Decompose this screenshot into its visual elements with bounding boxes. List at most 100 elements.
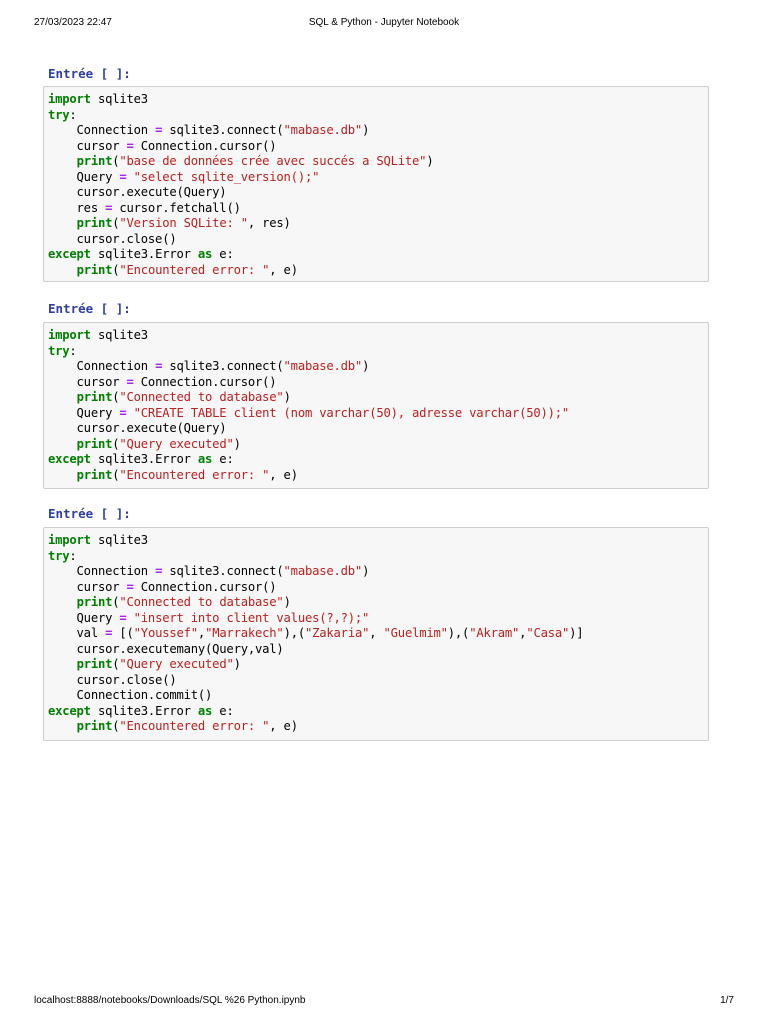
code-line: Connection.commit() bbox=[48, 688, 708, 704]
code-input[interactable]: import sqlite3 try: Connection = sqlite3.… bbox=[43, 86, 709, 282]
code-line: cursor = Connection.cursor() bbox=[48, 139, 708, 155]
code-text[interactable]: import sqlite3 try: Connection = sqlite3.… bbox=[48, 533, 708, 735]
keyword-token: print bbox=[76, 154, 113, 168]
code-token: e: bbox=[212, 247, 234, 261]
code-token: Query bbox=[48, 610, 120, 625]
code-line: cursor = Connection.cursor() bbox=[48, 375, 708, 391]
code-token: Connection.cursor() bbox=[133, 579, 277, 594]
code-text[interactable]: import sqlite3 try: Connection = sqlite3.… bbox=[48, 328, 708, 483]
keyword-token: try bbox=[48, 548, 70, 563]
code-token: Connection.cursor() bbox=[133, 374, 277, 389]
code-token: sqlite3.Error bbox=[90, 703, 198, 718]
code-token: sqlite3.Error bbox=[90, 452, 198, 466]
code-token: res bbox=[48, 200, 106, 215]
code-token: cursor.fetchall() bbox=[112, 200, 241, 215]
code-token: Connection.cursor() bbox=[133, 138, 277, 153]
string-token: "Query executed" bbox=[119, 436, 234, 451]
string-token: "Encountered error: " bbox=[119, 262, 270, 277]
code-token: , bbox=[197, 626, 206, 640]
string-token: "Guelmim" bbox=[383, 626, 448, 640]
string-token: "mabase.db" bbox=[283, 359, 363, 373]
code-token: cursor bbox=[48, 579, 127, 594]
code-token: ) bbox=[233, 436, 241, 451]
code-token: sqlite3 bbox=[90, 92, 148, 106]
code-token: cursor bbox=[48, 374, 127, 389]
code-line: Connection = sqlite3.connect("mabase.db"… bbox=[48, 359, 708, 375]
code-token: ) bbox=[283, 595, 291, 609]
keyword-token: try bbox=[48, 343, 70, 358]
code-line: cursor.execute(Query) bbox=[48, 421, 708, 437]
keyword-token: print bbox=[76, 390, 113, 404]
code-line: Query = "CREATE TABLE client (nom varcha… bbox=[48, 406, 708, 422]
code-token: sqlite3.Error bbox=[90, 247, 198, 261]
code-line: except sqlite3.Error as e: bbox=[48, 704, 708, 720]
code-line: import sqlite3 bbox=[48, 92, 708, 108]
code-token: : bbox=[69, 107, 77, 122]
code-line: print("Connected to database") bbox=[48, 390, 708, 406]
code-token: e: bbox=[212, 703, 234, 718]
operator-token: = bbox=[119, 610, 127, 625]
code-token: cursor.close() bbox=[48, 231, 177, 246]
string-token: "Casa" bbox=[526, 626, 570, 640]
string-token: "Marrakech" bbox=[205, 626, 284, 640]
string-token: "select sqlite_version();" bbox=[133, 169, 320, 184]
string-token: "Youssef" bbox=[133, 626, 198, 640]
code-line: try: bbox=[48, 344, 708, 360]
code-line: Connection = sqlite3.connect("mabase.db"… bbox=[48, 123, 708, 139]
code-token: ) bbox=[283, 390, 291, 404]
code-line: cursor.execute(Query) bbox=[48, 185, 708, 201]
code-line: import sqlite3 bbox=[48, 328, 708, 344]
code-token: ),( bbox=[447, 626, 470, 640]
code-token: cursor.executemany(Query,val) bbox=[48, 641, 284, 656]
code-line: import sqlite3 bbox=[48, 533, 708, 549]
code-text[interactable]: import sqlite3 try: Connection = sqlite3.… bbox=[48, 92, 708, 278]
string-token: "Connected to database" bbox=[119, 390, 284, 404]
code-line: cursor.close() bbox=[48, 232, 708, 248]
page-number: 1/7 bbox=[720, 995, 734, 1006]
code-token: Connection bbox=[48, 564, 156, 578]
operator-token: = bbox=[126, 374, 134, 389]
code-line: res = cursor.fetchall() bbox=[48, 201, 708, 217]
code-token: ) bbox=[233, 657, 241, 671]
code-token: cursor.close() bbox=[48, 672, 177, 687]
code-token: ) bbox=[362, 359, 370, 373]
keyword-token: print bbox=[76, 467, 113, 482]
string-token: "Version SQLite: " bbox=[119, 216, 248, 230]
code-line: cursor = Connection.cursor() bbox=[48, 580, 708, 596]
code-token: Query bbox=[48, 405, 120, 420]
keyword-token: import bbox=[48, 533, 91, 547]
code-token: , bbox=[369, 626, 384, 640]
string-token: "insert into client values(?,?);" bbox=[133, 610, 370, 625]
cell-prompt: Entrée [ ]: bbox=[48, 506, 131, 521]
code-line: val = [("Youssef","Marrakech"),("Zakaria… bbox=[48, 626, 708, 642]
code-token: Query bbox=[48, 169, 120, 184]
code-line: cursor.close() bbox=[48, 673, 708, 689]
code-line: Query = "insert into client values(?,?);… bbox=[48, 611, 708, 627]
code-token: cursor.execute(Query) bbox=[48, 185, 227, 199]
code-token: Connection bbox=[48, 123, 156, 137]
code-input[interactable]: import sqlite3 try: Connection = sqlite3.… bbox=[43, 322, 709, 489]
keyword-token: as bbox=[197, 452, 213, 466]
code-token: Connection.commit() bbox=[48, 688, 213, 702]
code-token: sqlite3.connect( bbox=[162, 123, 284, 137]
code-line: try: bbox=[48, 549, 708, 565]
code-token: ) bbox=[426, 154, 434, 168]
string-token: "Encountered error: " bbox=[119, 467, 270, 482]
string-token: "Query executed" bbox=[119, 657, 234, 671]
code-token: Connection bbox=[48, 359, 156, 373]
code-input[interactable]: import sqlite3 try: Connection = sqlite3.… bbox=[43, 527, 709, 741]
keyword-token: as bbox=[197, 703, 213, 718]
code-token: , res) bbox=[247, 216, 291, 230]
keyword-token: print bbox=[76, 657, 113, 671]
code-token: e: bbox=[212, 452, 234, 466]
code-token: )] bbox=[569, 626, 584, 640]
